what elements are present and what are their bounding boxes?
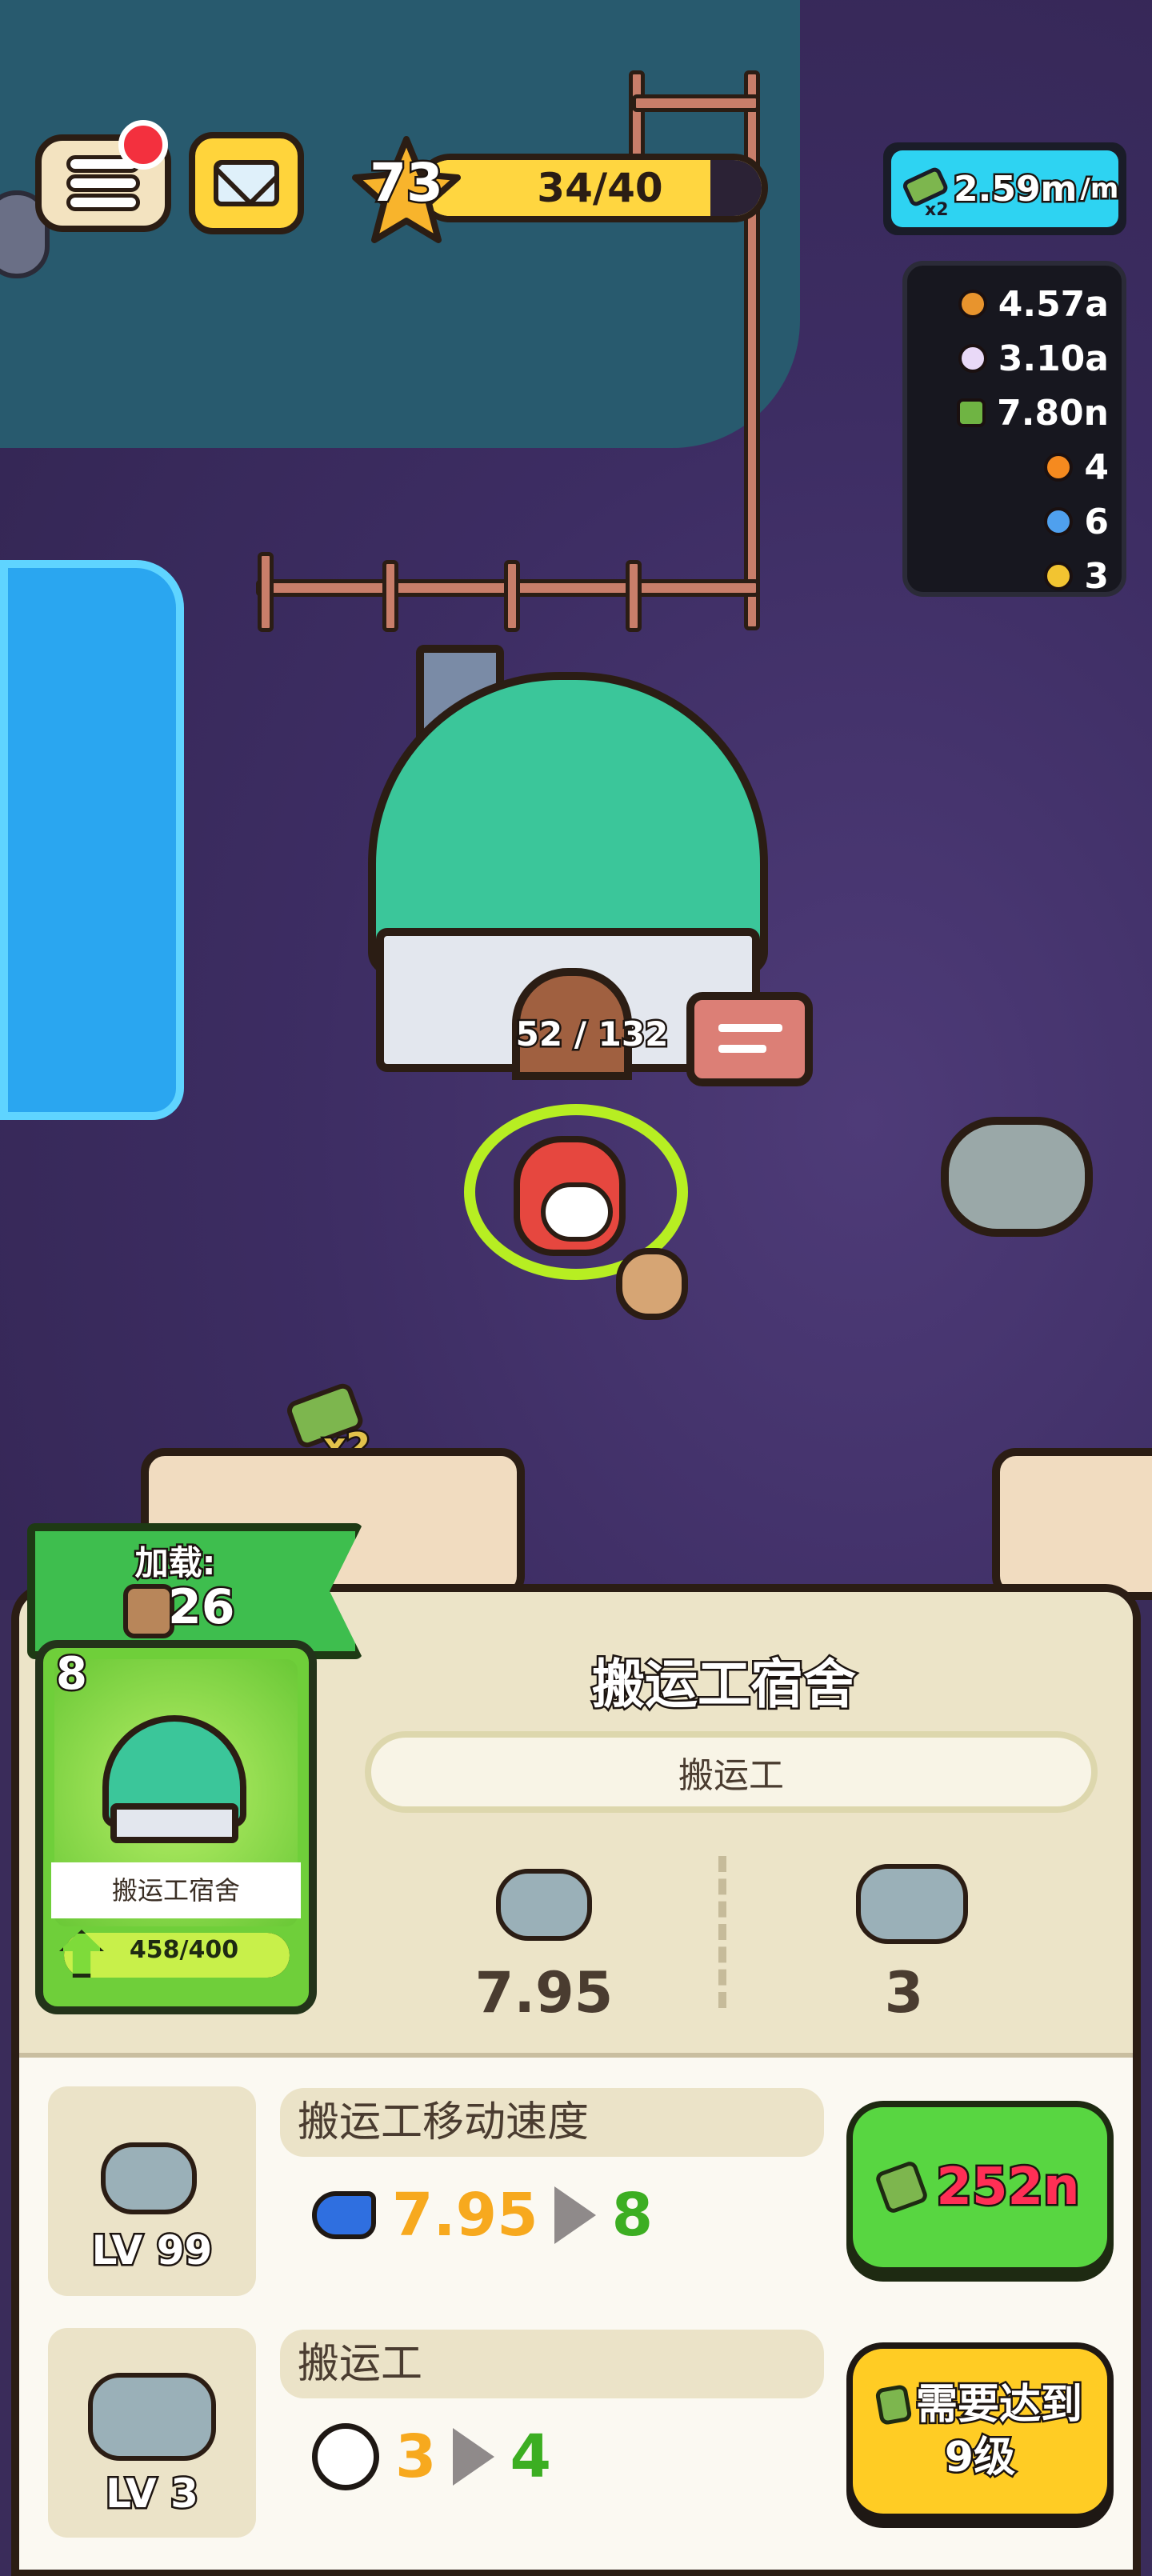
fence-post — [626, 560, 642, 632]
fence-post — [382, 560, 398, 632]
carried-sack-icon — [616, 1248, 688, 1320]
upgrade-workers-values: 3 4 — [312, 2422, 551, 2491]
porter-worker — [941, 1117, 1093, 1237]
notification-badge — [118, 120, 168, 170]
upgrade-next-value: 4 — [510, 2422, 552, 2491]
upgrade-workers-level: LV 3 — [104, 2469, 201, 2519]
card-level: 8 — [54, 1646, 90, 1702]
potion-icon — [1044, 507, 1074, 536]
income-multiplier: x2 — [925, 200, 949, 220]
arrow-right-icon — [554, 2186, 596, 2244]
income-unit: /m — [1078, 171, 1121, 207]
crystal-icon — [958, 344, 987, 373]
orange-icon — [1044, 453, 1074, 482]
river — [0, 560, 184, 1120]
resource-value: 3 — [1084, 555, 1109, 597]
worker-speed-icon — [101, 2142, 197, 2214]
resource-value: 4 — [1084, 446, 1109, 488]
upgrade-workers-label: 搬运工 — [280, 2330, 824, 2398]
upgrade-speed-level: LV 99 — [90, 2226, 214, 2276]
load-value: 26 — [166, 1578, 237, 1638]
stat-worker-count: 3 — [884, 1960, 924, 2026]
upgrade-speed-label: 搬运工移动速度 — [280, 2088, 824, 2157]
player-face — [541, 1182, 613, 1242]
capacity-label: 52 / 132 — [514, 1013, 670, 1056]
card-building-name: 搬运工宿舍 — [51, 1862, 301, 1918]
mail-button[interactable] — [189, 132, 304, 234]
game-scene[interactable]: 52 / 132 x2 — [0, 0, 1152, 1600]
sneaker-icon — [312, 2191, 376, 2239]
fence-post — [258, 552, 274, 632]
market-stall-right[interactable] — [992, 1448, 1152, 1600]
worker-group-icon — [88, 2373, 216, 2461]
sign-icon[interactable] — [686, 992, 813, 1086]
income-rate-box[interactable]: x2 2.59m /m — [883, 142, 1126, 235]
upgrade-price: 252n — [934, 2156, 1082, 2219]
card-progress-text: 458/400 — [129, 1936, 239, 1964]
xp-progress-text: 34/40 — [537, 165, 663, 211]
resource-value: 7.80n — [997, 392, 1109, 434]
cash-icon — [957, 398, 986, 427]
resource-value: 6 — [1084, 501, 1109, 542]
buy-upgrade-button[interactable]: 252n — [846, 2101, 1114, 2282]
resource-row: 7.80n — [907, 386, 1122, 440]
worker-speed-icon — [496, 1869, 592, 1941]
cash-icon — [874, 2159, 930, 2215]
arrow-right-icon — [452, 2428, 494, 2486]
cash-icon — [874, 2383, 913, 2426]
upgrade-next-value: 8 — [611, 2181, 654, 2250]
load-label: 加载: — [133, 1542, 218, 1585]
resource-value: 3.10a — [998, 338, 1109, 379]
resource-row: 3.10a — [907, 331, 1122, 386]
locked-upgrade-button[interactable]: 需要达到 9级 — [846, 2342, 1114, 2528]
upgrade-speed-values: 7.95 8 — [312, 2181, 653, 2250]
upgrade-current-value: 3 — [395, 2422, 437, 2491]
player-level: 73 — [368, 150, 446, 216]
locked-requirement-line2: 9级 — [942, 2432, 1017, 2484]
stat-speed-value: 7.95 — [474, 1960, 614, 2026]
mail-icon — [214, 160, 279, 206]
locked-requirement-line1: 需要达到 — [914, 2379, 1084, 2431]
resource-row: 6 — [907, 494, 1122, 549]
resource-row: 4.57a — [907, 277, 1122, 331]
resource-row: 3 — [907, 549, 1122, 597]
coin-stack-icon — [123, 1584, 174, 1638]
stats-separator — [718, 1856, 726, 2008]
fence-rail — [632, 94, 760, 112]
resource-panel[interactable]: 4.57a 3.10a 7.80n 4 6 3 — [902, 261, 1126, 597]
upgrade-current-value: 7.95 — [392, 2181, 538, 2250]
fence-post — [629, 70, 645, 166]
income-rate: 2.59m — [951, 166, 1078, 211]
resource-value: 4.57a — [998, 283, 1109, 325]
fence-post — [504, 560, 520, 632]
cookie-icon — [958, 290, 987, 318]
worker-group-icon — [856, 1864, 968, 1944]
building-subtitle: 搬运工 — [365, 1731, 1098, 1813]
worker-face-icon — [312, 2423, 379, 2490]
juice-icon — [1044, 562, 1074, 590]
fence-post — [744, 70, 760, 630]
building-title: 搬运工宿舍 — [590, 1652, 858, 1718]
resource-row: 4 — [907, 440, 1122, 494]
